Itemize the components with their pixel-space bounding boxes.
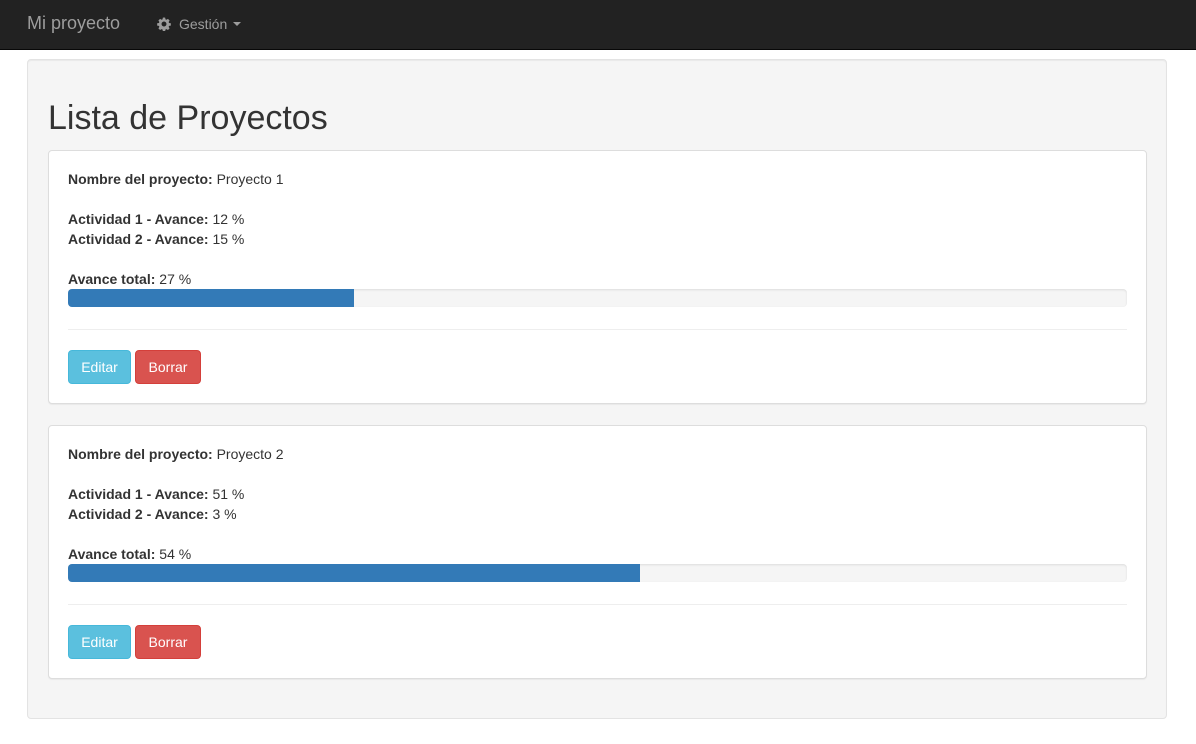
project-name-row: Nombre del proyecto: Proyecto 2 xyxy=(68,444,284,464)
edit-button[interactable]: Editar xyxy=(68,350,131,384)
activity-row: Actividad 2 - Avance: 15 % xyxy=(68,229,244,249)
progress-bar xyxy=(68,564,640,582)
total-value: 54 % xyxy=(159,546,192,562)
delete-button[interactable]: Borrar xyxy=(135,625,201,659)
navbar-brand[interactable]: Mi proyecto xyxy=(27,13,120,33)
activity-value: 51 % xyxy=(212,486,245,502)
activity-label: Actividad 2 - Avance: xyxy=(68,506,209,522)
activity-label: Actividad 1 - Avance: xyxy=(68,486,209,502)
navbar: Mi proyecto Gestión xyxy=(0,0,1196,50)
activity-row: Actividad 2 - Avance: 3 % xyxy=(68,504,237,524)
project-name-value: Proyecto 1 xyxy=(216,171,284,187)
activity-value: 15 % xyxy=(212,231,245,247)
divider xyxy=(68,604,1127,605)
progress-bar xyxy=(68,289,354,307)
total-label: Avance total: xyxy=(68,271,156,287)
activity-label: Actividad 1 - Avance: xyxy=(68,211,209,227)
total-label: Avance total: xyxy=(68,546,156,562)
divider xyxy=(68,329,1127,330)
activity-value: 3 % xyxy=(212,506,237,522)
main-well: Lista de Proyectos Nombre del proyecto: … xyxy=(27,59,1167,719)
project-card: Nombre del proyecto: Proyecto 2 Activida… xyxy=(48,425,1147,679)
progress-track xyxy=(68,289,1127,307)
gestion-label: Gestión xyxy=(179,16,228,32)
gear-icon xyxy=(157,17,171,31)
caret-down-icon xyxy=(233,22,242,26)
page-title: Lista de Proyectos xyxy=(48,99,328,137)
total-value: 27 % xyxy=(159,271,192,287)
total-row: Avance total: 54 % xyxy=(68,544,191,564)
project-name-label: Nombre del proyecto: xyxy=(68,171,213,187)
edit-button[interactable]: Editar xyxy=(68,625,131,659)
project-name-row: Nombre del proyecto: Proyecto 1 xyxy=(68,169,284,189)
activity-row: Actividad 1 - Avance: 51 % xyxy=(68,484,244,504)
gestion-dropdown[interactable]: Gestión xyxy=(157,15,242,33)
activity-label: Actividad 2 - Avance: xyxy=(68,231,209,247)
project-name-label: Nombre del proyecto: xyxy=(68,446,213,462)
progress-track xyxy=(68,564,1127,582)
project-name-value: Proyecto 2 xyxy=(216,446,284,462)
activity-row: Actividad 1 - Avance: 12 % xyxy=(68,209,244,229)
delete-button[interactable]: Borrar xyxy=(135,350,201,384)
activity-value: 12 % xyxy=(212,211,245,227)
total-row: Avance total: 27 % xyxy=(68,269,191,289)
project-card: Nombre del proyecto: Proyecto 1 Activida… xyxy=(48,150,1147,404)
